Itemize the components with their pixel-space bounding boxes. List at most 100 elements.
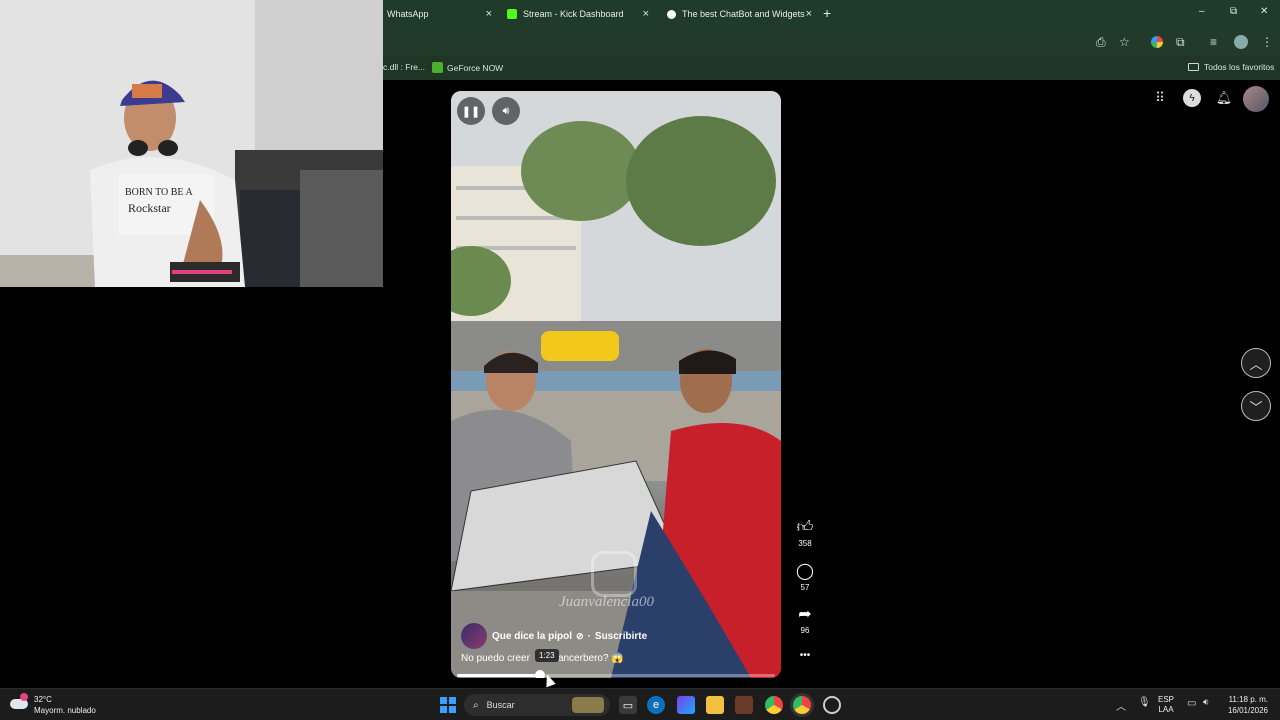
- bookmark-label: c.dll : Fre...: [383, 62, 426, 72]
- close-icon[interactable]: ×: [643, 8, 649, 20]
- tab-label: Stream - Kick Dashboard: [523, 9, 624, 19]
- network-icon[interactable]: ▭: [1187, 698, 1196, 709]
- windows-taskbar: 32°C Mayorm. nublado ⌕ Buscar ▭ e ︿ 🎙︎ E…: [0, 688, 1280, 720]
- tab-kick-dashboard[interactable]: Stream - Kick Dashboard ×: [503, 0, 655, 28]
- chatbot-icon: [667, 9, 676, 19]
- apps-grid-icon[interactable]: ⠿: [1150, 88, 1170, 108]
- search-icon: ⌕: [473, 699, 479, 711]
- share-count: 96: [800, 626, 810, 635]
- windows-start-icon[interactable]: [439, 696, 457, 714]
- caption-text-end: ancerbero? 😱: [557, 653, 624, 664]
- messenger-icon[interactable]: ϟ: [1183, 89, 1201, 107]
- chevron-up-icon: ︿: [1249, 356, 1263, 372]
- weather-widget[interactable]: [10, 693, 30, 713]
- language-indicator[interactable]: ESP LAA: [1158, 695, 1174, 715]
- copilot-icon[interactable]: [677, 696, 695, 714]
- volume-tray-icon[interactable]: 🔉︎: [1203, 697, 1209, 708]
- profile-avatar[interactable]: [1234, 35, 1248, 49]
- tab-label: WhatsApp: [387, 9, 429, 19]
- progress-track[interactable]: [457, 674, 775, 677]
- notifications-bell-icon[interactable]: 🔔︎: [1215, 89, 1233, 107]
- video-watermark: Juanvalencia00: [559, 594, 654, 610]
- browser-toolbar: ⎙ ☆ ⧉ ≡ ⋮: [383, 28, 1280, 56]
- tab-label: The best ChatBot and Widgets: [682, 9, 805, 19]
- bookmarks-bar: c.dll : Fre... GeForce NOW Todos los fav…: [383, 56, 1280, 80]
- search-highlight-image: [572, 697, 604, 713]
- extensions-puzzle-icon[interactable]: ⧉: [1176, 35, 1185, 50]
- comment-count: 57: [800, 583, 810, 592]
- reel-video[interactable]: ❚❚ 🔊︎ Juanvalencia00 Que dice la pipol ⊘…: [451, 91, 781, 678]
- task-view-icon[interactable]: ▭: [619, 696, 637, 714]
- pause-icon: ❚❚: [461, 105, 481, 118]
- browser-tab-bar: WhatsApp × Stream - Kick Dashboard × The…: [383, 0, 1280, 28]
- previous-video-button[interactable]: ︿: [1241, 348, 1271, 378]
- geforce-icon: [432, 62, 443, 73]
- share-arrow-icon: ➦: [798, 606, 812, 623]
- channel-row: Que dice la pipol ⊘ · Suscribirte: [461, 623, 647, 649]
- weather-alert-badge: [20, 693, 28, 701]
- channel-name[interactable]: Que dice la pipol: [492, 631, 572, 642]
- caption-text-start: No puedo creer: [461, 653, 530, 664]
- all-bookmarks-folder[interactable]: Todos los favoritos: [1188, 62, 1274, 72]
- maximize-button[interactable]: ⧉: [1230, 6, 1237, 17]
- taskbar-search[interactable]: ⌕ Buscar: [464, 694, 610, 716]
- menu-kebab-icon[interactable]: ⋮: [1261, 35, 1273, 49]
- pause-button[interactable]: ❚❚: [457, 97, 485, 125]
- bookmark-geforce-now[interactable]: GeForce NOW: [432, 62, 503, 73]
- webcam-overlay: BORN TO BE A Rockstar: [0, 0, 383, 287]
- file-explorer-icon[interactable]: [706, 696, 724, 714]
- temperature: 32°C: [34, 695, 52, 704]
- comment-bubble-icon: ◯: [796, 563, 814, 580]
- like-button[interactable]: 👍︎ 358: [790, 518, 820, 548]
- microphone-icon[interactable]: 🎙︎: [1138, 697, 1151, 708]
- close-icon[interactable]: ×: [806, 8, 812, 20]
- share-button[interactable]: ➦ 96: [790, 604, 820, 635]
- separator: ·: [587, 630, 591, 642]
- svg-text:Rockstar: Rockstar: [128, 201, 171, 215]
- volume-button[interactable]: 🔊︎: [492, 97, 520, 125]
- weather-text[interactable]: 32°C Mayorm. nublado: [34, 694, 96, 716]
- keyboard-layout: LAA: [1158, 705, 1174, 714]
- tab-whatsapp[interactable]: WhatsApp ×: [383, 0, 498, 28]
- verified-icon: ⊘: [576, 630, 584, 641]
- next-video-button[interactable]: ﹀: [1241, 391, 1271, 421]
- install-app-icon[interactable]: ⎙: [1096, 35, 1106, 50]
- subscribe-button[interactable]: Suscribirte: [595, 631, 647, 642]
- bookmark-label: GeForce NOW: [447, 62, 504, 73]
- thumbs-up-icon: 👍︎: [796, 519, 814, 536]
- volume-icon: 🔊︎: [502, 104, 510, 117]
- bookmark-star-icon[interactable]: ☆: [1119, 35, 1130, 49]
- like-count: 358: [798, 539, 812, 548]
- svg-text:BORN TO BE A: BORN TO BE A: [125, 187, 193, 198]
- more-options-button[interactable]: •••: [790, 650, 820, 661]
- chrome-icon[interactable]: [765, 696, 783, 714]
- weather-condition: Mayorm. nublado: [34, 706, 96, 715]
- edge-browser-icon[interactable]: e: [647, 696, 665, 714]
- clock[interactable]: 11:18 p. m. 16/01/2026: [1220, 694, 1268, 716]
- minecraft-icon[interactable]: [735, 696, 753, 714]
- media-control-icon[interactable]: ≡: [1210, 35, 1217, 49]
- comment-button[interactable]: ◯ 57: [790, 561, 820, 592]
- user-avatar[interactable]: [1243, 86, 1269, 112]
- seek-time-tooltip: 1:23: [535, 649, 559, 662]
- all-bookmarks-label: Todos los favoritos: [1204, 62, 1275, 72]
- app-icon[interactable]: [823, 696, 841, 714]
- show-hidden-icons-icon[interactable]: ︿: [1116, 698, 1126, 713]
- minimize-button[interactable]: –: [1199, 6, 1205, 17]
- search-placeholder: Buscar: [486, 700, 515, 710]
- instagram-watermark-icon: [591, 551, 637, 597]
- bookmark-item[interactable]: c.dll : Fre...: [383, 62, 425, 72]
- close-window-button[interactable]: ✕: [1260, 6, 1268, 17]
- chrome-active-icon[interactable]: [793, 696, 811, 714]
- chevron-down-icon: ﹀: [1249, 399, 1263, 415]
- kick-icon: [507, 9, 517, 19]
- language-code: ESP: [1158, 695, 1175, 704]
- close-icon[interactable]: ×: [486, 8, 492, 20]
- channel-avatar[interactable]: [461, 623, 487, 649]
- new-tab-button[interactable]: +: [823, 5, 831, 21]
- folder-icon: [1188, 63, 1199, 71]
- tab-chatbot-widgets[interactable]: The best ChatBot and Widgets ×: [663, 0, 818, 28]
- extension-color-icon[interactable]: [1151, 36, 1163, 48]
- clock-time: 11:18 p. m.: [1228, 695, 1268, 704]
- clock-date: 16/01/2026: [1227, 706, 1268, 715]
